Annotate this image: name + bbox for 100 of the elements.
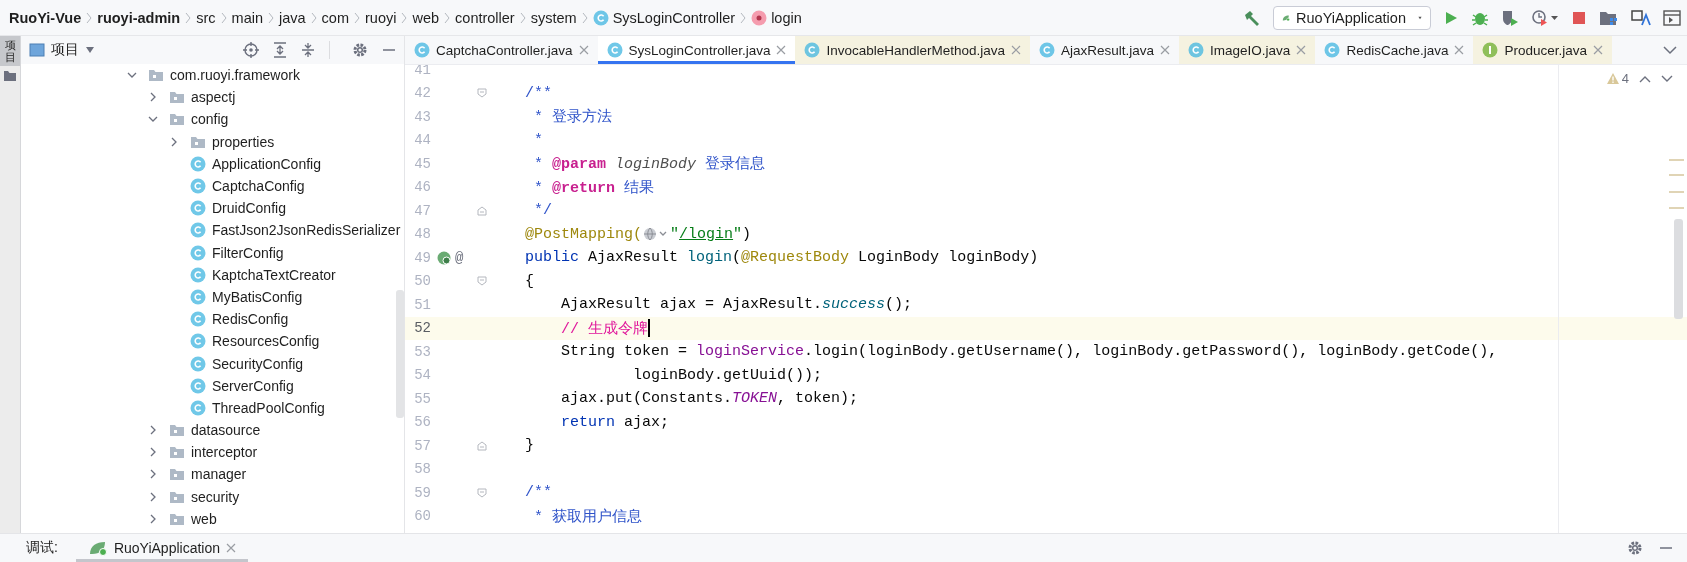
- breadcrumb-item[interactable]: ruoyi: [364, 7, 398, 28]
- tree-item[interactable]: ResourcesConfig: [212, 333, 320, 350]
- breadcrumb-item[interactable]: src: [195, 7, 217, 28]
- tree-item[interactable]: ApplicationConfig: [212, 155, 321, 172]
- breadcrumb-item[interactable]: java: [278, 7, 307, 28]
- editor-tab[interactable]: InvocableHandlerMethod.java: [795, 36, 1031, 64]
- collapse-all-icon[interactable]: [301, 42, 315, 58]
- editor-tab[interactable]: RedisCache.java: [1315, 36, 1474, 64]
- project-tool-tab[interactable]: 项目: [0, 36, 20, 67]
- bean-gutter-icon[interactable]: [437, 250, 451, 265]
- leaf-icon: [87, 540, 108, 556]
- tree-item[interactable]: CaptchaConfig: [212, 178, 305, 195]
- breadcrumb-item[interactable]: SysLoginController: [591, 7, 737, 28]
- tree-item[interactable]: aspectj: [191, 89, 236, 106]
- code-line: // 生成令牌: [560, 319, 649, 338]
- tree-item[interactable]: FilterConfig: [212, 244, 284, 261]
- tree-item[interactable]: web: [191, 510, 217, 527]
- class-icon: [190, 288, 206, 305]
- tree-item[interactable]: RedisConfig: [212, 311, 289, 328]
- tree-item[interactable]: properties: [212, 133, 275, 150]
- breadcrumb-item[interactable]: ruoyi-admin: [96, 7, 182, 28]
- warning-icon: [1605, 72, 1620, 85]
- tab-list-chevron-icon[interactable]: [1663, 45, 1677, 55]
- breadcrumb-item[interactable]: com: [320, 7, 350, 28]
- line-number: 58: [413, 461, 431, 478]
- caret-icon: [85, 46, 95, 54]
- close-icon[interactable]: [578, 45, 589, 55]
- tree-item[interactable]: SecurityConfig: [212, 355, 304, 372]
- scrollbar[interactable]: [1674, 219, 1683, 319]
- tree-item[interactable]: security: [191, 488, 240, 505]
- line-number: 42: [413, 85, 431, 102]
- folder-icon: [148, 68, 164, 83]
- line-number: 50: [413, 273, 431, 290]
- fold-marker-icon[interactable]: [477, 487, 487, 498]
- editor-tab[interactable]: CaptchaController.java: [405, 36, 598, 64]
- close-icon[interactable]: [776, 45, 787, 55]
- fold-marker-icon[interactable]: [477, 440, 487, 451]
- tree-item[interactable]: MyBatisConfig: [212, 288, 303, 305]
- tree-item[interactable]: DruidConfig: [212, 200, 286, 217]
- tree-item[interactable]: interceptor: [191, 444, 258, 461]
- mapping-gutter-icon[interactable]: @: [455, 249, 464, 266]
- close-icon[interactable]: [1296, 45, 1307, 55]
- class-icon: [190, 311, 206, 328]
- tree-item[interactable]: datasource: [191, 422, 261, 439]
- line-number: 43: [413, 108, 431, 125]
- code-line: */: [533, 202, 552, 220]
- class-icon: [190, 333, 206, 350]
- tree-item[interactable]: ThreadPoolConfig: [212, 399, 325, 416]
- close-icon[interactable]: [1011, 45, 1022, 55]
- expand-all-icon[interactable]: [273, 42, 287, 58]
- scrollbar[interactable]: [396, 290, 404, 418]
- editor-tab[interactable]: SysLoginController.java: [597, 36, 796, 64]
- editor-tab[interactable]: ImageIO.java: [1179, 36, 1316, 64]
- close-icon[interactable]: [1160, 45, 1171, 55]
- tree-item[interactable]: ServerConfig: [212, 377, 294, 394]
- run-icon[interactable]: [1443, 9, 1459, 26]
- settings-gear-icon[interactable]: [1627, 540, 1643, 556]
- breadcrumb-item[interactable]: web: [411, 7, 441, 28]
- tree-item[interactable]: manager: [191, 466, 247, 483]
- stop-icon[interactable]: [1571, 9, 1587, 26]
- tree-item[interactable]: FastJson2JsonRedisSerializer: [212, 222, 401, 239]
- folder-icon: [169, 489, 185, 504]
- breadcrumb-item[interactable]: controller: [454, 7, 516, 28]
- code-line: * 获取用户信息: [533, 507, 642, 526]
- class-icon: [804, 42, 821, 58]
- warning-count[interactable]: 4: [1605, 71, 1629, 86]
- editor-tab[interactable]: Producer.java: [1473, 36, 1612, 64]
- build-hammer-icon[interactable]: [1243, 8, 1261, 27]
- close-icon[interactable]: [226, 543, 236, 553]
- fold-marker-icon[interactable]: [477, 276, 487, 287]
- code-line: return ajax;: [560, 413, 670, 431]
- next-chevron-icon[interactable]: [1661, 73, 1673, 84]
- line-number: 52: [413, 320, 431, 337]
- panel-icon[interactable]: [1663, 8, 1681, 27]
- debug-tab[interactable]: RuoYiApplication: [75, 534, 248, 562]
- locate-crosshair-icon[interactable]: [243, 42, 259, 58]
- profiler-clock-icon[interactable]: [1531, 8, 1559, 27]
- close-icon[interactable]: [1593, 45, 1603, 55]
- panel-title-dropdown[interactable]: 项目: [29, 41, 95, 59]
- line-number: 51: [413, 296, 431, 313]
- fold-marker-icon[interactable]: [477, 205, 487, 216]
- fold-marker-icon[interactable]: [477, 88, 487, 99]
- breadcrumb-item[interactable]: main: [230, 7, 264, 28]
- settings-gear-icon[interactable]: [352, 42, 368, 58]
- tree-item[interactable]: config: [191, 111, 229, 128]
- breadcrumb-item[interactable]: system: [529, 7, 578, 28]
- breadcrumb-item[interactable]: login: [750, 7, 803, 28]
- run-config-dropdown[interactable]: RuoYiApplication: [1273, 5, 1431, 30]
- folder-icon[interactable]: [3, 70, 17, 83]
- class-icon: [190, 377, 206, 394]
- editor-tab[interactable]: AjaxResult.java: [1030, 36, 1180, 64]
- class-icon: [190, 200, 206, 217]
- tree-item[interactable]: KaptchaTextCreator: [212, 266, 336, 283]
- class-icon: [606, 42, 623, 58]
- close-icon[interactable]: [1454, 45, 1465, 55]
- breadcrumb-item[interactable]: RuoYi-Vue: [8, 7, 83, 28]
- code-line: String token = loginService.login(loginBody.getUsername(), loginBody.getPassword(), loginBody.getCode(),: [560, 343, 1498, 361]
- code-line: * @param loginBody 登录信息: [533, 155, 766, 174]
- tree-item[interactable]: com.ruoyi.framework: [170, 67, 300, 84]
- coverage-shield-icon[interactable]: [1501, 8, 1519, 27]
